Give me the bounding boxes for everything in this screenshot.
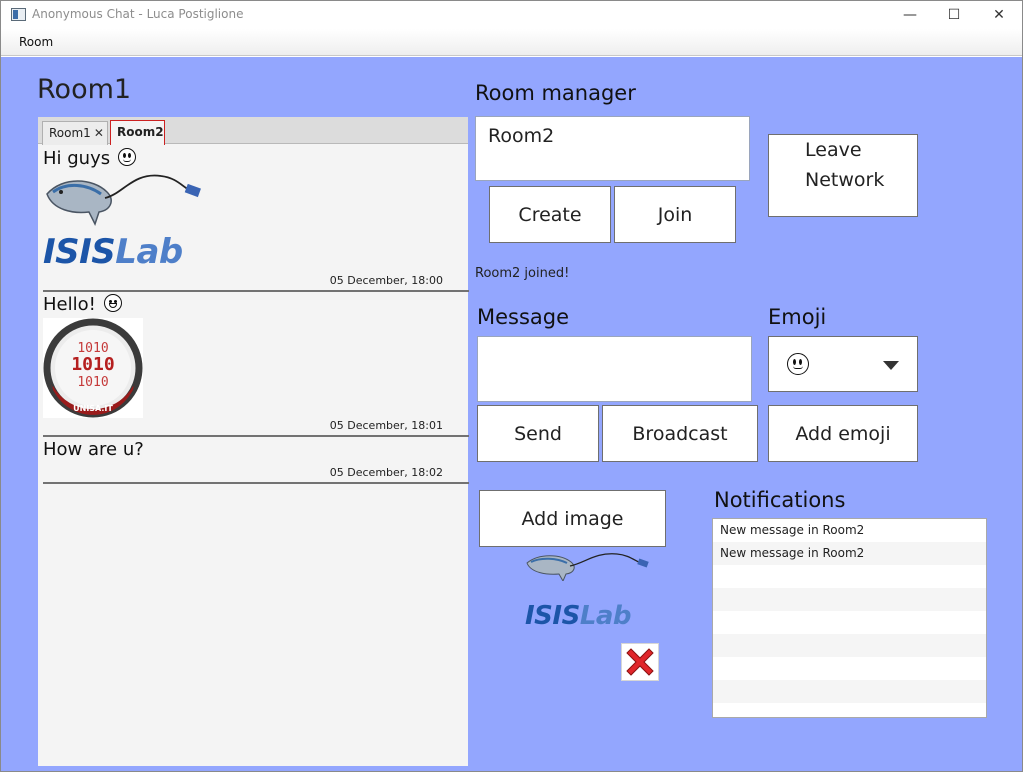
send-button[interactable]: Send <box>477 405 599 462</box>
emoji-combobox[interactable] <box>768 336 918 392</box>
empty-list-row <box>713 588 986 611</box>
leave-network-label-line2: Network <box>805 169 885 191</box>
empty-list-row <box>713 680 986 703</box>
message-text-row: Hello! <box>43 294 122 315</box>
room-manager-label: Room manager <box>475 81 636 105</box>
emoji-label: Emoji <box>768 305 827 329</box>
chat-message: How are u? 05 December, 18:02 <box>43 439 469 484</box>
leave-network-button[interactable]: Leave Network <box>768 134 918 217</box>
empty-list-row <box>713 565 986 588</box>
empty-list-row <box>713 657 986 680</box>
tab-label: Room2 <box>117 125 164 139</box>
add-image-button[interactable]: Add image <box>479 490 666 547</box>
tab-header: Room1 ✕ Room2 <box>38 117 468 145</box>
isislab-wordmark: ISISLab <box>43 232 183 272</box>
tab-room2[interactable]: Room2 <box>110 120 165 145</box>
svg-text:1010: 1010 <box>77 375 108 390</box>
message-timestamp: 05 December, 18:01 <box>329 419 443 432</box>
unisa-globe-icon: 1010 1010 1010 UNISA.IT <box>43 318 143 418</box>
notifications-list[interactable]: New message in Room2 New message in Room… <box>712 518 987 718</box>
tab-label: Room1 <box>49 126 91 140</box>
chat-tab-pane: Room1 ✕ Room2 Hi guys ISISLab 05 Decembe… <box>38 117 469 766</box>
list-item[interactable]: New message in Room2 <box>713 519 986 542</box>
chevron-down-icon[interactable] <box>883 361 899 370</box>
tab-room1[interactable]: Room1 ✕ <box>42 121 108 145</box>
app-window: Anonymous Chat - Luca Postiglione — ☐ ✕ … <box>0 0 1023 772</box>
list-item[interactable]: New message in Room2 <box>713 542 986 565</box>
message-label: Message <box>477 305 570 329</box>
svg-text:UNISA.IT: UNISA.IT <box>73 404 113 413</box>
unisa-logo: 1010 1010 1010 UNISA.IT <box>43 318 143 418</box>
maximize-button[interactable]: ☐ <box>931 1 977 29</box>
chat-message: Hi guys ISISLab 05 December, 18:00 <box>43 148 469 292</box>
main-panel: Room1 Room1 ✕ Room2 Hi guys ISISLab 05 D… <box>1 57 1022 771</box>
minimize-button[interactable]: — <box>887 1 933 29</box>
title-bar: Anonymous Chat - Luca Postiglione — ☐ ✕ <box>1 1 1022 29</box>
room-name-input[interactable]: Room2 <box>475 116 750 181</box>
add-emoji-button[interactable]: Add emoji <box>768 405 918 462</box>
message-text: How are u? <box>43 439 144 460</box>
window-title: Anonymous Chat - Luca Postiglione <box>32 7 244 21</box>
remove-image-button[interactable] <box>621 643 659 681</box>
notifications-label: Notifications <box>714 488 846 512</box>
message-timestamp: 05 December, 18:02 <box>329 466 443 479</box>
isislab-logo: ISISLab <box>43 172 203 272</box>
isislab-wordmark: ISISLab <box>525 601 632 631</box>
dolphin-mouse-icon <box>526 553 649 583</box>
app-icon <box>11 8 26 21</box>
grinning-face-icon <box>103 294 122 312</box>
tab-close-icon[interactable]: ✕ <box>94 126 104 140</box>
svg-text:1010: 1010 <box>77 341 108 356</box>
menu-room[interactable]: Room <box>19 35 53 49</box>
red-x-icon <box>626 648 654 676</box>
empty-list-row <box>713 703 986 717</box>
current-room-title: Room1 <box>37 74 132 105</box>
room-status-text: Room2 joined! <box>475 266 570 281</box>
join-room-button[interactable]: Join <box>614 186 736 243</box>
svg-text:1010: 1010 <box>71 354 114 375</box>
broadcast-button[interactable]: Broadcast <box>602 405 758 462</box>
leave-network-label-line1: Leave <box>805 139 862 161</box>
room-name-value: Room2 <box>488 125 555 147</box>
message-text: Hello! <box>43 294 96 315</box>
message-text: Hi guys <box>43 148 111 169</box>
empty-list-row <box>713 634 986 657</box>
chat-message: Hello! 1010 1010 1010 UNISA.IT 05 Decemb… <box>43 294 469 437</box>
menu-bar: Room <box>1 29 1022 56</box>
image-preview: ISISLab <box>525 551 650 636</box>
empty-list-row <box>713 611 986 634</box>
message-input[interactable] <box>477 336 752 402</box>
dolphin-mouse-icon <box>46 174 201 226</box>
create-room-button[interactable]: Create <box>489 186 611 243</box>
slightly-smiling-face-icon <box>787 353 809 375</box>
close-window-button[interactable]: ✕ <box>976 1 1022 29</box>
slightly-smiling-face-icon <box>117 148 136 166</box>
message-timestamp: 05 December, 18:00 <box>329 274 443 287</box>
message-text-row: Hi guys <box>43 148 136 169</box>
